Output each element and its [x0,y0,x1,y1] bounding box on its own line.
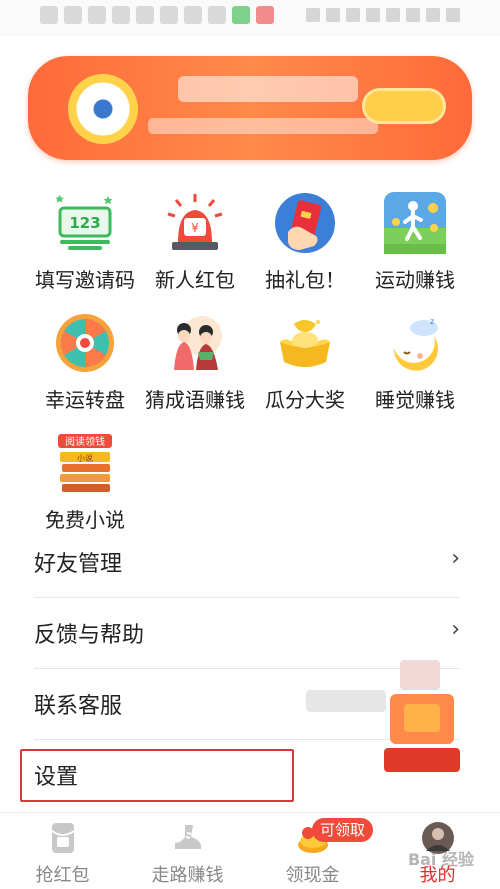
banner-action-button[interactable] [362,88,446,124]
nav-tab-grab-red-envelope[interactable]: 抢红包 [0,813,125,889]
banner-title-blurred [178,76,358,102]
grid-item-label: 幸运转盘 [45,388,125,412]
gift-pack-icon [275,193,335,253]
list-item-label: 反馈与帮助 [34,623,145,648]
shoe-icon [175,825,201,849]
idiom-guess-icon [174,316,222,370]
list-item-label: 联系客服 [34,694,123,719]
claimable-badge: 可领取 [312,818,374,842]
nav-tab-label: 领现金 [285,865,340,886]
blurred-status-left [40,6,274,24]
floating-ad-icon[interactable] [380,660,464,778]
books-icon-text: 小说 [77,453,93,463]
grid-item-label: 睡觉赚钱 [375,388,455,412]
watermark: Bai 经验 [407,850,474,869]
grid-item-newcomer-red-envelope[interactable]: ¥ 新人红包 [135,186,255,306]
grid-item-share-prize[interactable]: 瓜分大奖 [245,306,365,426]
list-item-feedback-help[interactable]: 反馈与帮助 › [0,599,500,669]
gold-ingot-icon [280,320,330,367]
svg-text:z: z [430,317,434,326]
grid-item-label: 填写邀请码 [35,268,135,292]
grid-item-lucky-wheel[interactable]: 幸运转盘 [25,306,145,426]
grid-item-label: 新人红包 [155,268,235,292]
grid-item-invite-code[interactable]: 123 填写邀请码 [25,186,145,306]
chevron-right-icon: › [451,617,460,642]
settings-highlight-box [20,749,294,802]
blurred-status-right [306,8,460,22]
books-icon: 阅读领钱 小说 [58,434,112,492]
svg-text:¥: ¥ [191,221,199,235]
grid-item-label: 运动赚钱 [375,268,455,292]
banner-wheel-icon [68,74,138,144]
grid-item-sport-earn[interactable]: 运动赚钱 [355,186,475,306]
lucky-wheel-icon [56,314,114,372]
nav-tab-label: 抢红包 [35,865,90,886]
divider [34,597,460,598]
list-item-friend-management[interactable]: 好友管理 › [0,528,500,598]
red-envelope-icon [51,823,75,853]
status-bar [0,0,500,36]
nav-tab-walk-earn[interactable]: 走路赚钱 [125,813,250,889]
invite-code-icon-text: 123 [69,214,100,232]
grid-item-label: 猜成语赚钱 [145,388,245,412]
promo-banner[interactable] [28,56,472,160]
nav-tab-label: 走路赚钱 [151,865,224,886]
grid-item-idiom-guess[interactable]: 猜成语赚钱 [135,306,255,426]
grid-item-sleep-earn[interactable]: z 睡觉赚钱 [355,306,475,426]
list-item-label: 好友管理 [34,552,123,577]
invite-code-icon: 123 [55,194,113,250]
grid-item-label: 瓜分大奖 [265,388,345,412]
chevron-right-icon: › [451,546,460,571]
banner-subtitle-blurred [148,118,378,134]
books-icon-tag: 阅读领钱 [65,435,105,448]
blurred-contact-info [306,690,386,712]
walking-coins-icon [384,192,446,254]
grid-item-gift-pack[interactable]: 抽礼包！ [245,186,365,306]
grid-item-label: 抽礼包！ [265,268,345,292]
moon-sleep-icon: z [393,317,438,371]
red-envelope-alarm-icon: ¥ [167,194,223,250]
